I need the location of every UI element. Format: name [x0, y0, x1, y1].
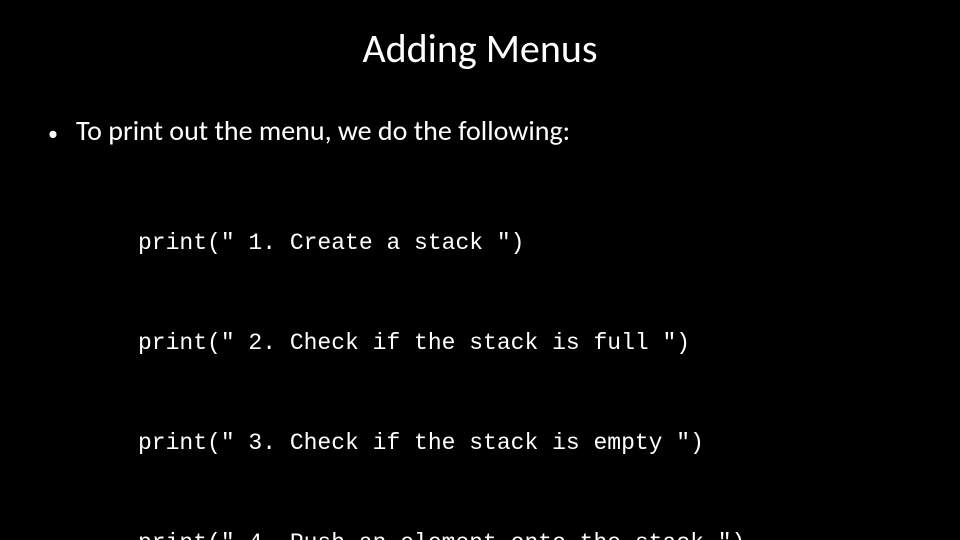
code-line: print(" 4. Push an element onto the stac… [138, 527, 912, 540]
code-line: print(" 3. Check if the stack is empty "… [138, 427, 912, 460]
slide: Adding Menus • To print out the menu, we… [0, 0, 960, 540]
slide-title: Adding Menus [48, 24, 912, 73]
code-block: print(" 1. Create a stack ") print(" 2. … [138, 160, 912, 540]
code-line: print(" 1. Create a stack ") [138, 227, 912, 260]
code-line: print(" 2. Check if the stack is full ") [138, 327, 912, 360]
bullet-text: To print out the menu, we do the followi… [76, 113, 912, 148]
bullet-dot-icon: • [48, 120, 76, 148]
bullet-item: • To print out the menu, we do the follo… [48, 113, 912, 148]
